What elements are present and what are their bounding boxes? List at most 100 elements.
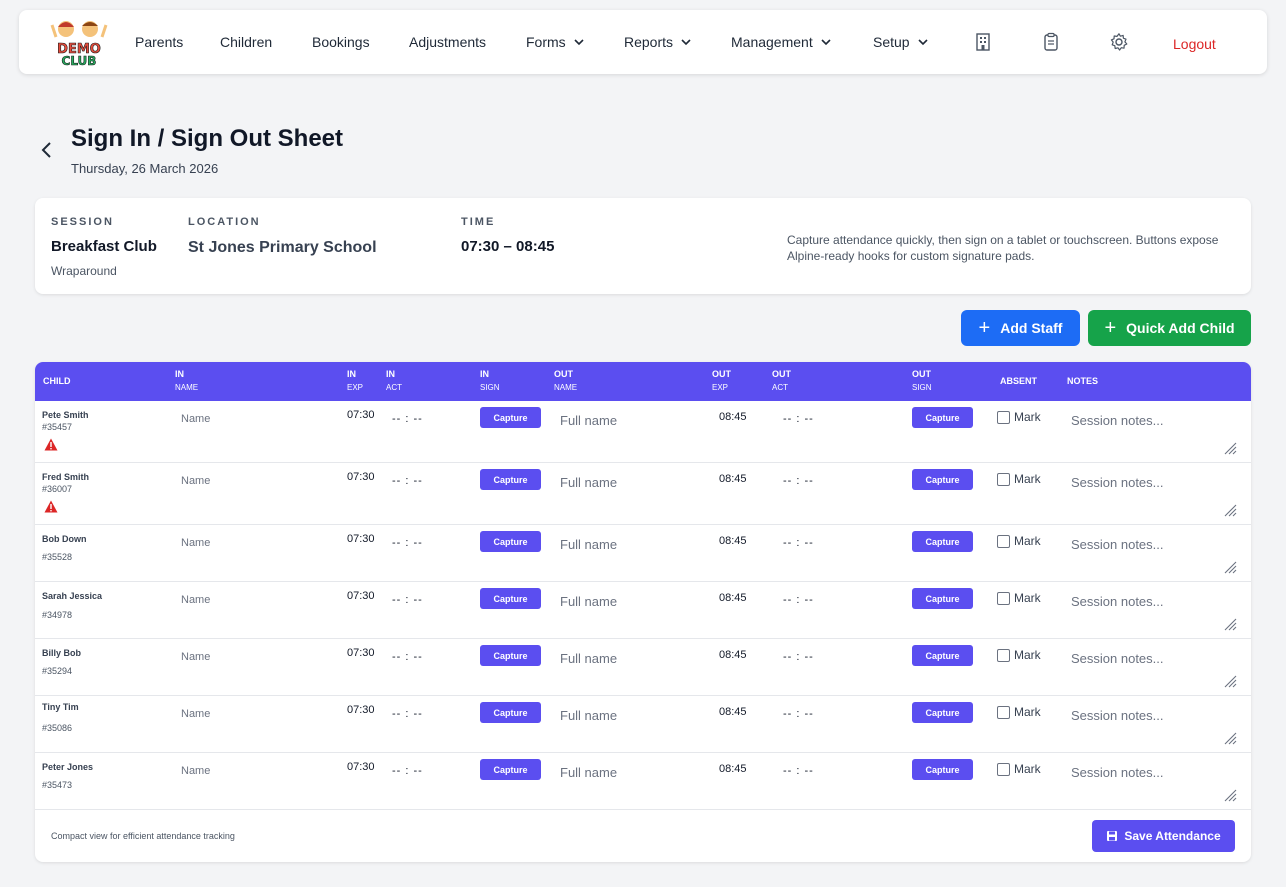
in-capture-button[interactable]: Capture [480,588,541,609]
session-notes-input[interactable]: Session notes... [1071,413,1164,428]
child-name[interactable]: Billy Bob [42,648,81,658]
resize-handle-icon[interactable] [1223,560,1237,574]
out-act-time[interactable]: -- : -- [783,651,814,663]
in-name-input[interactable]: Name [181,413,210,425]
out-capture-button[interactable]: Capture [912,588,973,609]
out-name-input[interactable]: Full name [560,594,617,609]
out-exp-time: 08:45 [719,411,747,423]
resize-handle-icon[interactable] [1223,503,1237,517]
session-notes-input[interactable]: Session notes... [1071,537,1164,552]
back-arrow-icon[interactable] [38,140,56,160]
out-act-time[interactable]: -- : -- [783,708,814,720]
clipboard-icon[interactable] [1041,32,1061,52]
child-name[interactable]: Pete Smith [42,410,89,420]
resize-handle-icon[interactable] [1223,441,1237,455]
out-capture-button[interactable]: Capture [912,759,973,780]
absent-mark[interactable]: Mark [997,705,1041,719]
absent-checkbox[interactable] [997,591,1010,605]
absent-mark[interactable]: Mark [997,591,1041,605]
out-capture-button[interactable]: Capture [912,531,973,552]
attendance-table: CHILD IN NAME IN EXP IN ACT IN SIGN OUT NAME … [35,362,1251,862]
absent-checkbox[interactable] [997,648,1010,662]
absent-mark[interactable]: Mark [997,534,1041,548]
add-staff-button[interactable]: + Add Staff [961,310,1080,346]
child-name[interactable]: Sarah Jessica [42,591,102,601]
nav-management[interactable]: Management [731,34,833,50]
in-act-time[interactable]: -- : -- [392,475,423,487]
in-name-input[interactable]: Name [181,651,210,663]
session-notes-input[interactable]: Session notes... [1071,475,1164,490]
in-name-input[interactable]: Name [181,708,210,720]
in-capture-button[interactable]: Capture [480,702,541,723]
in-name-input[interactable]: Name [181,594,210,606]
absent-mark[interactable]: Mark [997,410,1041,424]
child-name[interactable]: Fred Smith [42,472,89,482]
session-notes-input[interactable]: Session notes... [1071,594,1164,609]
nav-parents[interactable]: Parents [135,34,183,50]
absent-mark[interactable]: Mark [997,762,1041,776]
out-capture-button[interactable]: Capture [912,702,973,723]
in-act-time[interactable]: -- : -- [392,537,423,549]
out-name-input[interactable]: Full name [560,651,617,666]
location-label: LOCATION [188,216,261,228]
in-capture-button[interactable]: Capture [480,407,541,428]
absent-mark[interactable]: Mark [997,472,1041,486]
nav-reports[interactable]: Reports [624,34,693,50]
absent-checkbox[interactable] [997,705,1010,719]
out-exp-time: 08:45 [719,649,747,661]
resize-handle-icon[interactable] [1223,617,1237,631]
absent-mark[interactable]: Mark [997,648,1041,662]
nav-forms[interactable]: Forms [526,34,586,50]
save-attendance-button[interactable]: Save Attendance [1092,820,1235,852]
page-title: Sign In / Sign Out Sheet [71,125,344,152]
demo-club-logo[interactable]: DEMO CLUB [50,17,108,67]
out-act-time[interactable]: -- : -- [783,594,814,606]
session-notes-input[interactable]: Session notes... [1071,765,1164,780]
in-act-time[interactable]: -- : -- [392,651,423,663]
out-capture-button[interactable]: Capture [912,469,973,490]
in-act-time[interactable]: -- : -- [392,708,423,720]
building-icon[interactable] [973,32,993,52]
in-name-input[interactable]: Name [181,765,210,777]
in-name-input[interactable]: Name [181,537,210,549]
nav-children[interactable]: Children [220,34,272,50]
nav-adjustments[interactable]: Adjustments [409,34,486,50]
nav-bookings[interactable]: Bookings [312,34,370,50]
out-capture-button[interactable]: Capture [912,407,973,428]
nav-setup[interactable]: Setup [873,34,930,50]
in-capture-button[interactable]: Capture [480,759,541,780]
absent-checkbox[interactable] [997,534,1010,548]
resize-handle-icon[interactable] [1223,788,1237,802]
in-capture-button[interactable]: Capture [480,469,541,490]
resize-handle-icon[interactable] [1223,674,1237,688]
child-id: #35457 [42,422,73,432]
logout-link[interactable]: Logout [1173,36,1216,52]
gear-icon[interactable] [1109,32,1129,52]
in-act-time[interactable]: -- : -- [392,413,423,425]
absent-checkbox[interactable] [997,410,1010,424]
out-name-input[interactable]: Full name [560,475,617,490]
out-capture-button[interactable]: Capture [912,645,973,666]
out-act-time[interactable]: -- : -- [783,413,814,425]
child-name[interactable]: Bob Down [42,534,87,544]
absent-checkbox[interactable] [997,762,1010,776]
in-name-input[interactable]: Name [181,475,210,487]
quick-add-child-button[interactable]: + Quick Add Child [1088,310,1251,346]
absent-checkbox[interactable] [997,472,1010,486]
out-act-time[interactable]: -- : -- [783,537,814,549]
session-notes-input[interactable]: Session notes... [1071,651,1164,666]
out-name-input[interactable]: Full name [560,765,617,780]
in-act-time[interactable]: -- : -- [392,594,423,606]
child-name[interactable]: Tiny Tim [42,702,79,712]
out-name-input[interactable]: Full name [560,708,617,723]
in-capture-button[interactable]: Capture [480,531,541,552]
in-act-time[interactable]: -- : -- [392,765,423,777]
out-act-time[interactable]: -- : -- [783,765,814,777]
out-act-time[interactable]: -- : -- [783,475,814,487]
in-capture-button[interactable]: Capture [480,645,541,666]
out-name-input[interactable]: Full name [560,537,617,552]
resize-handle-icon[interactable] [1223,731,1237,745]
session-notes-input[interactable]: Session notes... [1071,708,1164,723]
child-name[interactable]: Peter Jones [42,762,93,772]
out-name-input[interactable]: Full name [560,413,617,428]
